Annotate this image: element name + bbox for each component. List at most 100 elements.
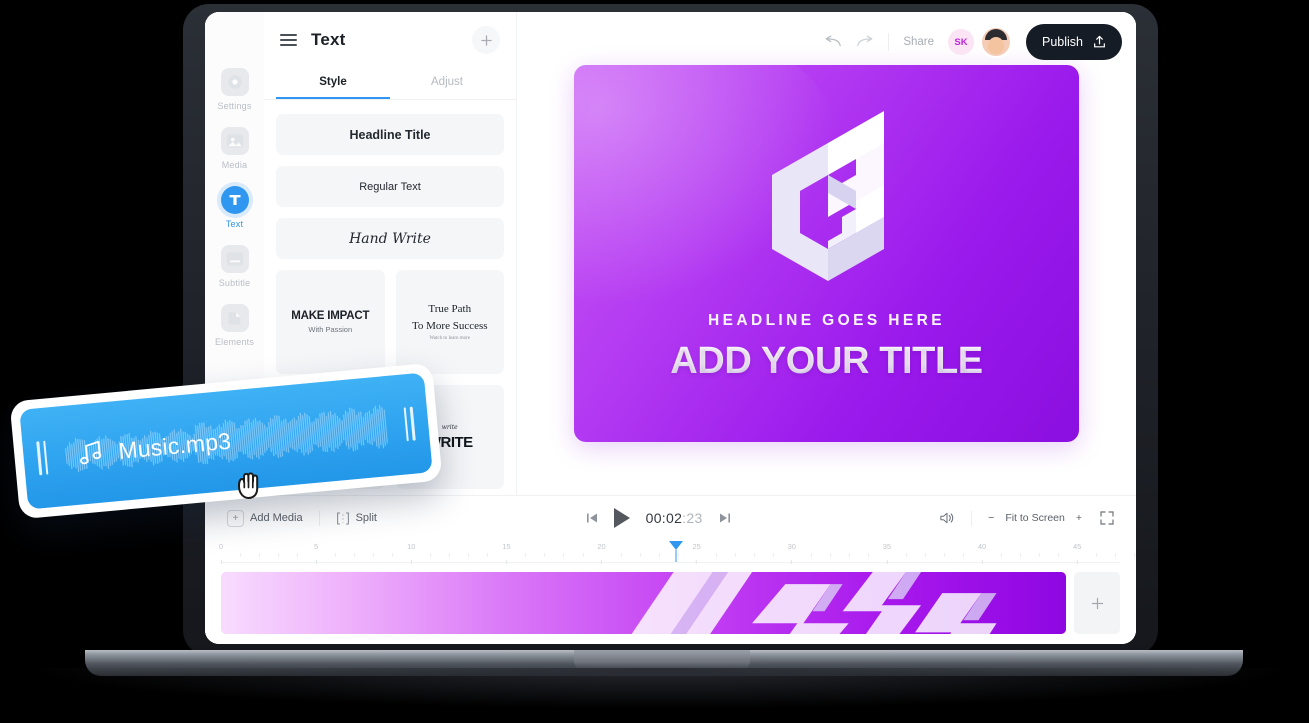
video-preview[interactable]: HEADLINE GOES HERE ADD YOUR TITLE (574, 65, 1079, 442)
trim-handle-right[interactable] (403, 406, 416, 442)
ruler-tick: 15 (502, 542, 511, 564)
ruler-minor-tick (392, 553, 394, 557)
clip-thumbnail-pattern (221, 572, 1066, 634)
ruler-minor-tick (240, 553, 242, 557)
tab-adjust[interactable]: Adjust (390, 68, 504, 99)
ruler-minor-tick (259, 553, 261, 557)
laptop-notch (574, 650, 750, 670)
card-title-line2: To More Success (411, 319, 488, 332)
zoom-out-button[interactable]: − (988, 512, 994, 524)
avatar-initials[interactable]: SK (948, 29, 974, 55)
add-text-button[interactable] (472, 26, 500, 54)
divider (971, 510, 973, 526)
player-controls: + Add Media Split 00:02:23 − Fit to Scre… (205, 495, 1136, 540)
ruler-minor-tick (848, 553, 850, 557)
undo-arrow-icon[interactable] (824, 35, 842, 49)
plus-icon: + (227, 509, 244, 527)
sidebar-item-settings[interactable]: Settings (209, 68, 261, 111)
preset-label: Headline Title (349, 127, 431, 142)
ruler-minor-tick (677, 553, 679, 557)
ruler-tick: 0 (219, 542, 223, 564)
ruler-minor-tick (639, 553, 641, 557)
publish-button[interactable]: Publish (1026, 24, 1122, 60)
tab-style[interactable]: Style (276, 68, 390, 99)
volume-icon[interactable] (939, 511, 955, 525)
skip-previous-icon[interactable] (586, 512, 598, 524)
ruler-minor-tick (829, 553, 831, 557)
playhead-handle[interactable] (668, 541, 683, 550)
timeline: 0 5 10 15 20 25 30 35 40 45 (205, 540, 1136, 644)
redo-arrow-icon[interactable] (856, 35, 874, 49)
ruler-minor-tick (335, 553, 337, 557)
ruler-minor-tick (715, 553, 717, 557)
hamburger-icon[interactable] (280, 34, 297, 46)
grab-hand-cursor (231, 468, 267, 504)
split-label: Split (355, 512, 377, 524)
ruler-minor-tick (1058, 553, 1060, 557)
sidebar-label-elements: Elements (214, 337, 255, 347)
ruler-minor-tick (658, 553, 660, 557)
preset-regular-text[interactable]: Regular Text (276, 166, 504, 207)
play-icon[interactable] (613, 508, 630, 528)
ruler-minor-tick (487, 553, 489, 557)
ruler-minor-tick (449, 553, 451, 557)
page-title: Text (311, 30, 346, 49)
ruler-minor-tick (905, 553, 907, 557)
settings-gear-icon (220, 68, 249, 96)
ruler-minor-tick (810, 553, 812, 557)
ruler-tick: 30 (788, 542, 796, 564)
divider (318, 510, 320, 526)
laptop-shadow (40, 668, 1280, 708)
trim-handle-left[interactable] (36, 440, 49, 476)
ruler-tick: 20 (597, 542, 606, 564)
ruler-minor-tick (430, 553, 432, 557)
video-clip[interactable] (221, 572, 1066, 634)
sidebar-label-media: Media (221, 160, 248, 170)
playhead-line (675, 550, 677, 562)
laptop-screen: Settings Media Text Subtitle Elements Te… (205, 12, 1136, 644)
preset-card-row-1: MAKE IMPACT With Passion True Path To Mo… (276, 270, 504, 374)
ruler-minor-tick (867, 553, 869, 557)
sidebar-item-text[interactable]: Text (209, 186, 261, 229)
preset-card-true-path[interactable]: True Path To More Success Watch to learn… (395, 270, 504, 374)
sidebar-label-text: Text (225, 219, 244, 229)
sidebar-label-settings: Settings (217, 101, 252, 111)
preset-headline-title[interactable]: Headline Title (276, 114, 504, 155)
timeline-track (221, 572, 1120, 634)
avatar-photo[interactable] (980, 26, 1012, 58)
ruler-minor-tick (544, 553, 546, 557)
sidebar-item-elements[interactable]: Elements (209, 304, 261, 347)
share-button[interactable]: Share (903, 36, 934, 48)
ruler-minor-tick (1115, 553, 1117, 557)
sidebar-item-media[interactable]: Media (209, 127, 261, 170)
add-clip-button[interactable] (1074, 572, 1120, 634)
ruler-tick: 5 (314, 542, 318, 564)
transport-controls: 00:02:23 (586, 508, 731, 528)
ruler-minor-tick (582, 553, 584, 557)
preview-title: ADD YOUR TITLE (574, 340, 1079, 383)
ruler-minor-tick (944, 553, 945, 557)
timeline-ruler[interactable]: 0 5 10 15 20 25 30 35 40 45 (219, 540, 1136, 564)
preset-card-make-impact[interactable]: MAKE IMPACT With Passion (276, 270, 385, 374)
add-media-label: Add Media (250, 512, 303, 524)
preset-hand-write[interactable]: Hand Write (276, 218, 504, 259)
skip-next-icon[interactable] (719, 512, 731, 524)
split-button[interactable]: Split (336, 511, 377, 525)
subtitle-icon (220, 245, 249, 273)
ruler-minor-tick (772, 553, 774, 557)
screenshot-root: Settings Media Text Subtitle Elements Te… (0, 0, 1309, 723)
fullscreen-icon[interactable] (1100, 511, 1114, 525)
preview-subtitle: HEADLINE GOES HERE (708, 312, 945, 329)
add-media-button[interactable]: + Add Media (227, 509, 303, 527)
ruler-tick: 45 (1073, 542, 1081, 564)
card-title: MAKE IMPACT (291, 310, 370, 322)
ruler-minor-tick (1134, 553, 1136, 557)
text-t-icon (220, 186, 249, 214)
ruler-minor-tick (297, 553, 299, 557)
top-toolbar: Share SK Publish (824, 24, 1122, 60)
timecode: 00:02:23 (646, 510, 703, 526)
sidebar-item-subtitle[interactable]: Subtitle (209, 245, 261, 288)
zoom-controls: − Fit to Screen + (988, 512, 1082, 524)
ruler-minor-tick (1039, 553, 1041, 557)
zoom-in-button[interactable]: + (1076, 512, 1082, 524)
